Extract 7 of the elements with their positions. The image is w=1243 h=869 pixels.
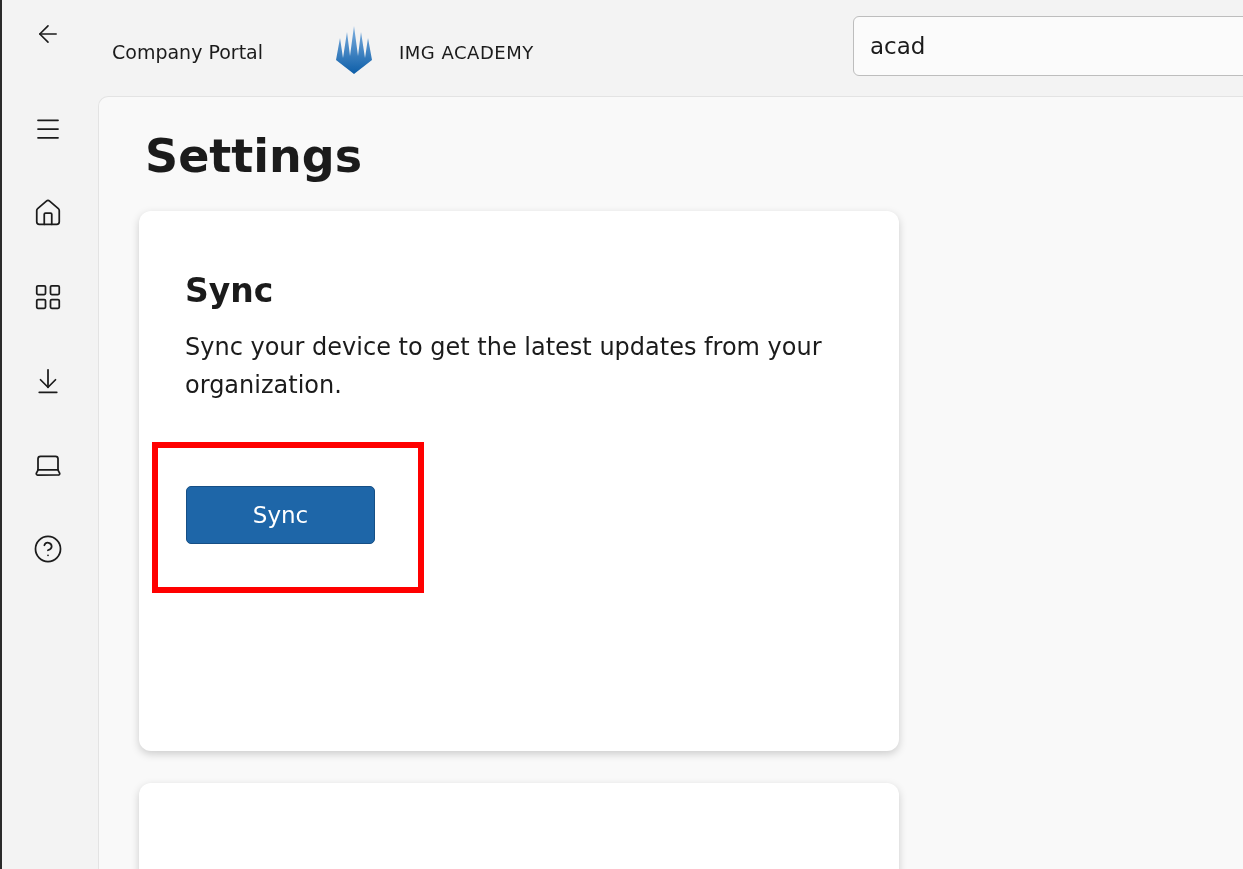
search-field[interactable]: acad: [853, 16, 1243, 76]
organization-name: IMG ACADEMY: [399, 41, 534, 63]
page-title: Settings: [145, 129, 364, 183]
card-heading: Sync: [185, 271, 275, 310]
card-description: Sync your device to get the latest updates from your organization.: [185, 332, 823, 401]
sync-button[interactable]: Sync: [186, 485, 375, 544]
app-title: Company Portal: [112, 41, 264, 63]
